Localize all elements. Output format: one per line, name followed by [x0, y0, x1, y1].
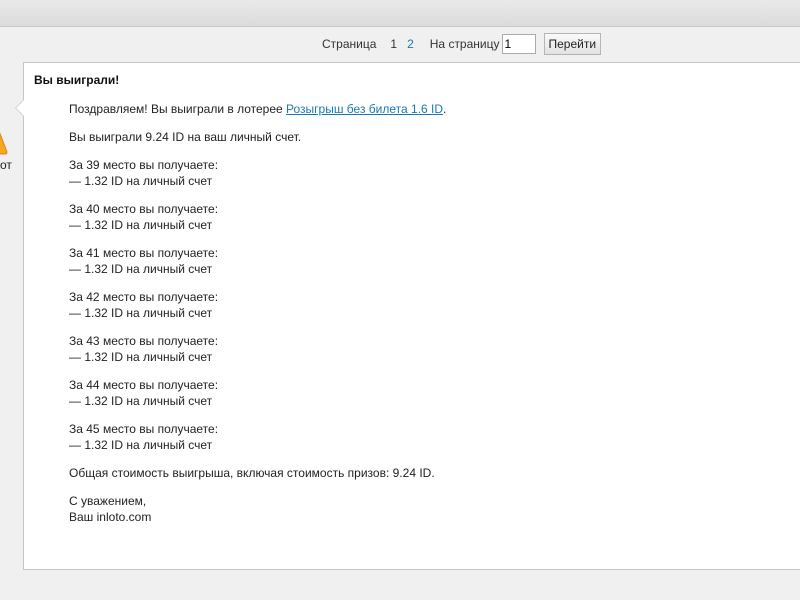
pagination-label: Страница: [322, 37, 377, 51]
place-title: За 41 место вы получаете:: [69, 246, 219, 260]
message-body: Поздравляем! Вы выиграли в лотерее Розыг…: [69, 101, 769, 537]
place-title: За 44 место вы получаете:: [69, 378, 219, 392]
place-entry: За 39 место вы получаете: — 1.32 ID на ли…: [69, 157, 769, 189]
place-prize: — 1.32 ID на личный счет: [69, 438, 213, 452]
pagination-bar: Страница 1 2 На страницу Перейти: [322, 32, 602, 56]
place-entry: За 43 место вы получаете: — 1.32 ID на ли…: [69, 333, 769, 365]
place-prize: — 1.32 ID на личный счет: [69, 306, 213, 320]
place-entry: За 45 место вы получаете: — 1.32 ID на ли…: [69, 421, 769, 453]
intro-prefix: Поздравляем! Вы выиграли в лотерее: [69, 102, 287, 116]
top-toolbar-strip: [0, 0, 800, 27]
place-prize: — 1.32 ID на личный счет: [69, 218, 213, 232]
warning-triangle-icon: [0, 116, 8, 156]
place-title: За 40 место вы получаете:: [69, 202, 219, 216]
intro-suffix: .: [443, 102, 447, 116]
panel-pointer-arrow: [15, 99, 24, 117]
message-title: Вы выиграли!: [34, 73, 120, 87]
place-prize: — 1.32 ID на личный счет: [69, 262, 213, 276]
page-1-current: 1: [390, 37, 398, 51]
place-prize: — 1.32 ID на личный счет: [69, 394, 213, 408]
intro-paragraph: Поздравляем! Вы выиграли в лотерее Розыг…: [69, 101, 769, 117]
place-prize: — 1.32 ID на личный счет: [69, 350, 213, 364]
go-to-page-label: На страницу: [429, 37, 500, 51]
signoff-line-2: Ваш inloto.com: [69, 510, 152, 524]
left-panel-text-fragment: от: [0, 158, 12, 172]
place-title: За 42 место вы получаете:: [69, 290, 219, 304]
place-title: За 39 место вы получаете:: [69, 158, 219, 172]
summary-line: Общая стоимость выигрыша, включая стоимо…: [69, 466, 435, 480]
place-entry: За 44 место вы получаете: — 1.32 ID на ли…: [69, 377, 769, 409]
lottery-link[interactable]: Розыгрыш без билета 1.6 ID: [286, 102, 443, 116]
place-entry: За 41 место вы получаете: — 1.32 ID на ли…: [69, 245, 769, 277]
signoff: С уважением, Ваш inloto.com: [69, 493, 769, 525]
message-panel: Вы выиграли! Поздравляем! Вы выиграли в …: [15, 62, 800, 570]
place-entry: За 40 место вы получаете: — 1.32 ID на ли…: [69, 201, 769, 233]
go-to-page-input[interactable]: [501, 34, 536, 54]
place-title: За 45 место вы получаете:: [69, 422, 219, 436]
total-win-line: Вы выиграли 9.24 ID на ваш личный счет.: [69, 130, 302, 144]
go-to-page-button[interactable]: Перейти: [543, 33, 602, 55]
place-entry: За 42 место вы получаете: — 1.32 ID на ли…: [69, 289, 769, 321]
signoff-line-1: С уважением,: [69, 494, 147, 508]
place-title: За 43 место вы получаете:: [69, 334, 219, 348]
page-2-link[interactable]: 2: [407, 37, 414, 51]
place-prize: — 1.32 ID на личный счет: [69, 174, 213, 188]
